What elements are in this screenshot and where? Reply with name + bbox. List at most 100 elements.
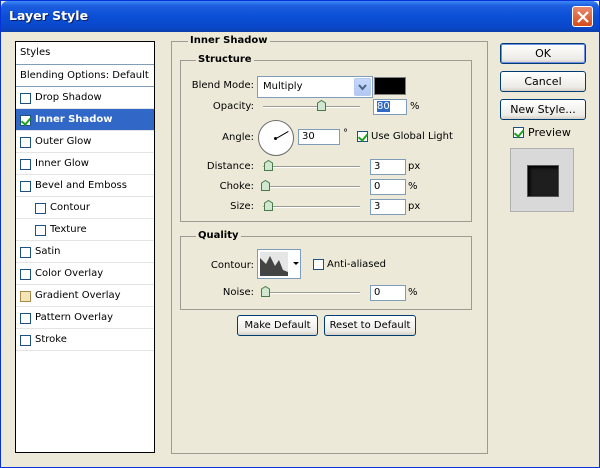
preview-checkbox[interactable] — [513, 127, 524, 138]
opacity-input[interactable]: 80 — [373, 99, 407, 115]
noise-unit: % — [408, 287, 418, 298]
preview-label[interactable]: Preview — [528, 126, 571, 139]
size-slider-thumb[interactable] — [264, 200, 273, 211]
distance-slider[interactable] — [263, 160, 360, 171]
use-global-light-label[interactable]: Use Global Light — [371, 131, 453, 142]
style-checkbox[interactable] — [20, 269, 31, 280]
window-title: Layer Style — [9, 8, 89, 23]
noise-slider[interactable] — [261, 286, 360, 297]
style-checkbox[interactable] — [20, 159, 31, 170]
title-bar[interactable]: Layer Style — [1, 1, 599, 32]
style-checkbox[interactable] — [20, 335, 31, 346]
blending-options-label: Blending Options: Default — [20, 70, 149, 81]
distance-unit: px — [408, 161, 421, 172]
size-unit: px — [408, 201, 421, 212]
choke-input[interactable]: 0 — [370, 179, 406, 195]
choke-slider[interactable] — [261, 180, 360, 191]
style-item-label: Bevel and Emboss — [35, 180, 127, 191]
style-item-label: Drop Shadow — [35, 92, 102, 103]
style-item-label: Satin — [35, 246, 61, 257]
choke-unit: % — [408, 181, 418, 192]
styles-list: Styles Blending Options: Default Drop Sh… — [15, 41, 155, 453]
angle-input[interactable]: 30 — [298, 129, 340, 145]
style-checkbox[interactable] — [20, 247, 31, 258]
contour-picker[interactable] — [257, 249, 301, 279]
style-item-label: Pattern Overlay — [35, 312, 114, 323]
preview-swatch — [527, 165, 559, 197]
noise-label: Noise: — [222, 287, 254, 298]
cancel-button[interactable]: Cancel — [500, 71, 586, 92]
anti-aliased-label[interactable]: Anti-aliased — [327, 259, 386, 270]
style-item-label: Texture — [50, 224, 87, 235]
style-item-texture[interactable]: Texture — [16, 219, 154, 241]
distance-slider-thumb[interactable] — [264, 160, 273, 171]
style-checkbox[interactable] — [20, 93, 31, 104]
blend-mode-select[interactable]: Multiply — [257, 76, 373, 98]
style-item-gradient-overlay[interactable]: Gradient Overlay — [16, 285, 154, 307]
make-default-button[interactable]: Make Default — [237, 315, 318, 336]
style-item-outer-glow[interactable]: Outer Glow — [16, 131, 154, 153]
ok-button[interactable]: OK — [500, 43, 586, 64]
blend-mode-value: Multiply — [263, 81, 303, 92]
dialog-body: Styles Blending Options: Default Drop Sh… — [4, 32, 596, 465]
anti-aliased-checkbox[interactable] — [313, 259, 324, 270]
style-checkbox[interactable] — [20, 181, 31, 192]
style-item-color-overlay[interactable]: Color Overlay — [16, 263, 154, 285]
style-checkbox[interactable] — [35, 225, 46, 236]
style-checkbox[interactable] — [20, 313, 31, 324]
layer-style-dialog: Layer Style Styles Blending Options: Def… — [0, 0, 600, 468]
angle-label: Angle: — [222, 132, 254, 143]
opacity-label: Opacity: — [212, 101, 254, 112]
styles-header[interactable]: Styles — [16, 42, 154, 65]
style-item-inner-shadow[interactable]: Inner Shadow — [16, 109, 154, 131]
choke-slider-thumb[interactable] — [261, 180, 270, 191]
use-global-light-checkbox[interactable] — [357, 131, 368, 142]
noise-input[interactable]: 0 — [370, 285, 406, 301]
style-item-stroke[interactable]: Stroke — [16, 329, 154, 351]
blending-options-item[interactable]: Blending Options: Default — [16, 65, 154, 87]
opacity-unit: % — [410, 101, 420, 112]
style-item-inner-glow[interactable]: Inner Glow — [16, 153, 154, 175]
style-item-label: Stroke — [35, 334, 67, 345]
size-label: Size: — [230, 201, 254, 212]
style-item-bevel-and-emboss[interactable]: Bevel and Emboss — [16, 175, 154, 197]
style-item-label: Outer Glow — [35, 136, 92, 147]
style-checkbox[interactable] — [20, 291, 31, 302]
close-icon — [577, 11, 589, 23]
size-input[interactable]: 3 — [370, 199, 406, 215]
style-item-label: Gradient Overlay — [35, 290, 121, 301]
inner-shadow-title: Inner Shadow — [188, 35, 270, 46]
structure-title: Structure — [196, 54, 254, 65]
style-item-contour[interactable]: Contour — [16, 197, 154, 219]
style-item-label: Inner Glow — [35, 158, 89, 169]
style-item-label: Color Overlay — [35, 268, 104, 279]
style-item-satin[interactable]: Satin — [16, 241, 154, 263]
chevron-down-icon — [354, 78, 371, 96]
style-item-label: Inner Shadow — [35, 114, 113, 125]
blend-mode-label: Blend Mode: — [191, 80, 254, 91]
quality-title: Quality — [196, 230, 241, 241]
distance-label: Distance: — [206, 161, 254, 172]
style-item-pattern-overlay[interactable]: Pattern Overlay — [16, 307, 154, 329]
size-slider[interactable] — [263, 200, 360, 211]
opacity-slider[interactable] — [263, 100, 360, 111]
style-item-label: Contour — [50, 202, 90, 213]
new-style-button[interactable]: New Style... — [500, 99, 586, 120]
preview-thumbnail — [510, 148, 574, 212]
reset-to-default-button[interactable]: Reset to Default — [324, 315, 416, 336]
quality-group — [180, 236, 472, 310]
distance-input[interactable]: 3 — [370, 159, 406, 175]
contour-label: Contour: — [210, 260, 254, 271]
choke-label: Choke: — [219, 181, 254, 192]
opacity-slider-thumb[interactable] — [317, 100, 326, 111]
style-checkbox[interactable] — [20, 115, 31, 126]
style-checkbox[interactable] — [35, 203, 46, 214]
contour-curve-icon — [260, 252, 299, 276]
style-checkbox[interactable] — [20, 137, 31, 148]
close-button[interactable] — [572, 6, 593, 27]
style-item-drop-shadow[interactable]: Drop Shadow — [16, 87, 154, 109]
shadow-color-swatch[interactable] — [374, 77, 406, 95]
noise-slider-thumb[interactable] — [261, 286, 270, 297]
angle-dial[interactable] — [258, 120, 294, 156]
angle-unit: ° — [343, 128, 348, 139]
